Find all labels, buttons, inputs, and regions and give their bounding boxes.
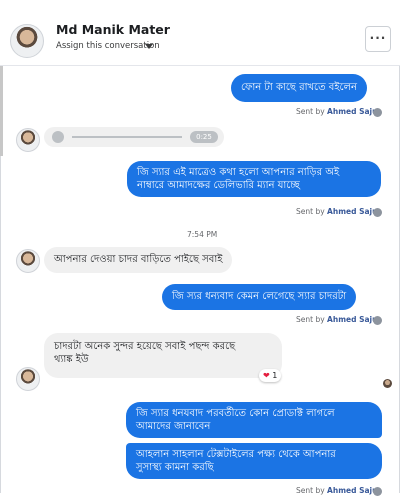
chevron-down-icon[interactable]: [145, 44, 153, 49]
heart-icon: ❤: [263, 371, 270, 380]
message-text-line: আমাদের জানাবেন: [136, 421, 211, 432]
play-icon[interactable]: [52, 131, 64, 143]
sender-name[interactable]: Ahmed Saju: [327, 207, 377, 216]
contact-avatar: [16, 367, 40, 391]
incoming-message[interactable]: চাদরটা অনেক সুন্দর হয়েছে সবাই পছন্দ করছ…: [44, 333, 282, 378]
contact-avatar: [16, 128, 40, 152]
message-text-line: জি স্যার ধনযবাদ পরবর্তীতে কোন প্রোডাক্ট …: [136, 408, 335, 419]
message-text-line: চাদরটা অনেক সুন্দর হয়েছে সবাই পছন্দ করছ…: [54, 341, 236, 352]
contact-avatar: [16, 249, 40, 273]
sent-by-prefix: Sent by: [296, 486, 325, 495]
seen-status-icon: [373, 108, 382, 117]
incoming-message[interactable]: আপনার দেওয়া চাদর বাড়িতে পাইছে সবাই: [44, 247, 233, 273]
contact-name[interactable]: Md Manik Mater: [56, 22, 170, 37]
scrollbar[interactable]: [0, 66, 3, 156]
message-text: ফোন টা কাছে রাখতে বইলেন: [241, 82, 357, 93]
contact-avatar[interactable]: [10, 24, 44, 58]
seen-status-icon: [373, 208, 382, 217]
sender-name[interactable]: Ahmed Saju: [327, 315, 377, 324]
outgoing-message[interactable]: জি স্যার এই মাত্রেও কথা হলো আপনার নাড়ির…: [127, 161, 381, 197]
more-options-button[interactable]: ···: [365, 26, 391, 52]
conversation-header: Md Manik Mater Assign this conversation …: [0, 0, 400, 66]
message-text: আপনার দেওয়া চাদর বাড়িতে পাইছে সবাই: [54, 254, 223, 265]
sent-by-prefix: Sent by: [296, 207, 325, 216]
audio-progress-track[interactable]: [72, 136, 182, 138]
audio-duration: 0:25: [190, 131, 218, 143]
sent-by-prefix: Sent by: [296, 315, 325, 324]
message-text-line: সুসাস্থ্য কামনা করছি: [136, 462, 214, 473]
outgoing-message[interactable]: জি স্যর ধন্যবাদ কেমন লেগেছে স্যার চাদরটা: [162, 284, 357, 310]
message-text: জি স্যর ধন্যবাদ কেমন লেগেছে স্যার চাদরটা: [172, 291, 347, 302]
seen-status-icon: [373, 487, 382, 496]
message-text-line: আহলান সাহলান টেক্সটাইলের পক্ষ্য থেকে আপন…: [136, 449, 336, 460]
sent-by-label: Sent by Ahmed Saju: [296, 107, 377, 116]
heart-reaction[interactable]: ❤ 1: [259, 369, 282, 382]
reaction-count: 1: [272, 371, 278, 380]
sender-name[interactable]: Ahmed Saju: [327, 107, 377, 116]
sent-by-label: Sent by Ahmed Saju: [296, 207, 377, 216]
sent-by-prefix: Sent by: [296, 107, 325, 116]
message-text-line: নাম্বারে আমাদক্ষের ডেলিভারি ম্যান যাচ্ছে: [137, 180, 300, 191]
audio-message[interactable]: 0:25: [44, 127, 224, 147]
sender-name[interactable]: Ahmed Saju: [327, 486, 377, 495]
outgoing-message[interactable]: আহলান সাহলান টেক্সটাইলের পক্ষ্য থেকে আপন…: [126, 443, 382, 479]
seen-status-icon: [373, 316, 382, 325]
outgoing-message[interactable]: জি স্যার ধনযবাদ পরবর্তীতে কোন প্রোডাক্ট …: [126, 402, 382, 438]
sent-by-label: Sent by Ahmed Saju: [296, 315, 377, 324]
message-text-line: জি স্যার এই মাত্রেও কথা হলো আপনার নাড়ির…: [137, 167, 340, 178]
sent-by-label: Sent by Ahmed Saju: [296, 486, 377, 495]
timestamp: 7:54 PM: [187, 230, 218, 239]
seen-avatar-icon: [383, 379, 392, 388]
message-text-line: থ্যাঙ্ক ইউ: [54, 354, 89, 365]
outgoing-message[interactable]: ফোন টা কাছে রাখতে বইলেন: [231, 74, 367, 102]
